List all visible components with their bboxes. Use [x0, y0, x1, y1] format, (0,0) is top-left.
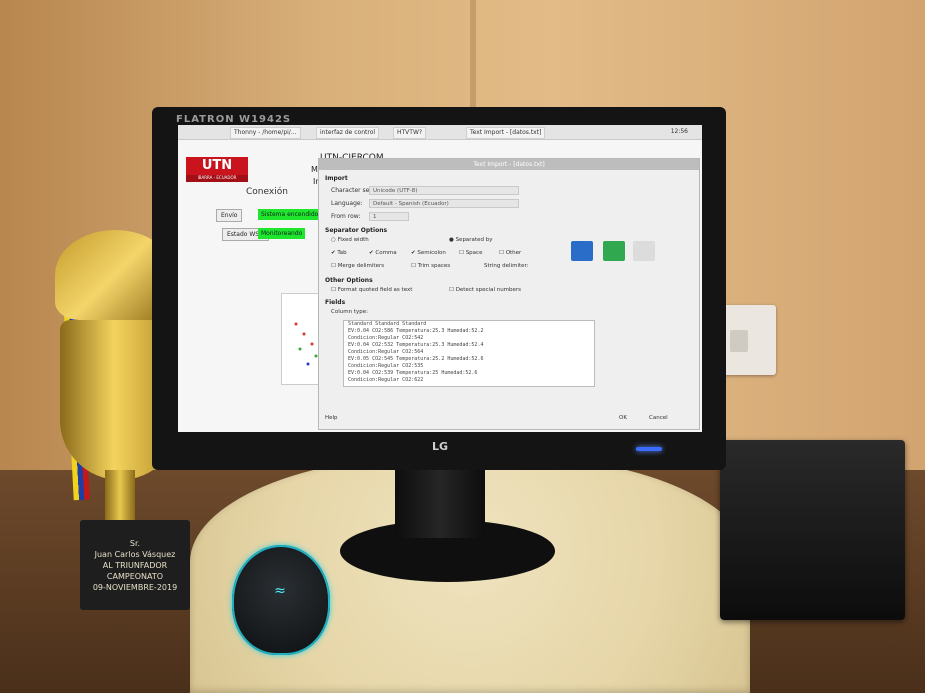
other-label: Other	[505, 250, 522, 256]
format-quoted-checkbox[interactable]: ☐ Format quoted field as text	[331, 287, 412, 293]
taskbar-clock: 12:56	[670, 128, 688, 135]
outlet-socket	[730, 330, 748, 352]
fixed-width-label: Fixed width	[337, 237, 369, 243]
fixed-width-radio[interactable]: ○ Fixed width	[331, 237, 369, 243]
preview-row: Standard Standard Standard	[348, 321, 427, 327]
merge-delimiters-label: Merge delimiters	[337, 263, 385, 269]
black-device-box	[720, 440, 905, 620]
preview-row: EV:0.05 CO2:545 Temperatura:25.2 Humedad…	[348, 356, 484, 362]
separated-by-radio[interactable]: ● Separated by	[449, 237, 492, 243]
string-delimiter-label: String delimiter:	[484, 263, 529, 269]
semicolon-label: Semicolon	[417, 250, 446, 256]
taskbar-item[interactable]: HTVTW?	[393, 127, 427, 139]
utn-logo-subtitle: IBARRA - ECUADOR	[186, 175, 248, 182]
cancel-button[interactable]: Cancel	[649, 415, 668, 421]
taskbar-item[interactable]: interfaz de control	[316, 127, 380, 139]
language-select[interactable]: Default - Spanish (Ecuador)	[369, 199, 519, 208]
status-badge: Sistema encendido	[258, 209, 322, 220]
semicolon-checkbox[interactable]: ✔ Semicolon	[411, 250, 446, 256]
drive-icon	[633, 241, 655, 261]
power-led	[636, 447, 662, 451]
preview-row: Condicion:Regular CO2:542	[348, 335, 424, 341]
monitor-stand-neck	[395, 468, 485, 538]
preview-row: EV:0.04 CO2:532 Temperatura:25.3 Humedad…	[348, 342, 484, 348]
envio-button[interactable]: Envío	[216, 209, 243, 222]
detect-special-label: Detect special numbers	[455, 287, 522, 293]
format-quoted-label: Format quoted field as text	[337, 287, 413, 293]
space-label: Space	[465, 250, 483, 256]
separator-section-title: Separator Options	[325, 227, 388, 234]
import-preview: Standard Standard Standard EV:0.04 CO2:5…	[343, 320, 595, 387]
plaque-line: 09-NOVIEMBRE-2019	[92, 583, 178, 592]
tab-label: Tab	[337, 250, 347, 256]
ok-button[interactable]: OK	[619, 415, 627, 421]
plaque-line: CAMPEONATO	[106, 572, 164, 581]
comma-label: Comma	[375, 250, 397, 256]
mouse-logo-icon: ≈	[274, 583, 286, 599]
other-checkbox[interactable]: ☐ Other	[499, 250, 521, 256]
merge-delimiters-checkbox[interactable]: ☐ Merge delimiters	[331, 263, 384, 269]
detect-special-checkbox[interactable]: ☐ Detect special numbers	[449, 287, 521, 293]
monitor-screen: Thonny - /home/pi/... interfaz de contro…	[178, 125, 702, 432]
preview-row: Condicion:Regular CO2:564	[348, 349, 424, 355]
other-options-title: Other Options	[325, 277, 373, 284]
tab-checkbox[interactable]: ✔ Tab	[331, 250, 347, 256]
dialog-title: Text Import - [datos.txt]	[319, 159, 699, 170]
trim-spaces-checkbox[interactable]: ☐ Trim spaces	[411, 263, 450, 269]
plaque-line: Sr.	[129, 539, 141, 548]
conexion-title: Conexión	[246, 187, 288, 197]
taskbar: Thonny - /home/pi/... interfaz de contro…	[178, 125, 702, 140]
preview-row: Condicion:Regular CO2:535	[348, 363, 424, 369]
language-label: Language:	[331, 200, 363, 207]
monitor-brand-lg: LG	[432, 440, 449, 453]
space-checkbox[interactable]: ☐ Space	[459, 250, 482, 256]
from-row-label: From row:	[331, 213, 361, 220]
charset-select[interactable]: Unicode (UTF-8)	[369, 186, 519, 195]
monitor-brand-top: FLATRON W1942S	[176, 114, 292, 125]
column-type-label: Column type:	[331, 309, 368, 315]
preview-row: Condicion:Regular CO2:622	[348, 377, 424, 383]
trophy-plaque: Sr. Juan Carlos Vásquez AL TRIUNFADOR CA…	[80, 520, 190, 610]
charset-label: Character set:	[331, 187, 374, 194]
taskbar-item[interactable]: Thonny - /home/pi/...	[230, 127, 301, 139]
fields-section-title: Fields	[325, 299, 346, 306]
calc-icon	[571, 241, 593, 261]
preview-row: EV:0.04 CO2:539 Temperatura:25 Humedad:5…	[348, 370, 478, 376]
preview-row: EV:0.04 CO2:586 Temperatura:25.3 Humedad…	[348, 328, 484, 334]
spreadsheet-icon	[603, 241, 625, 261]
separated-by-label: Separated by	[455, 237, 493, 243]
taskbar-item[interactable]: Text Import - [datos.txt]	[466, 127, 546, 139]
plaque-line: Juan Carlos Vásquez	[94, 550, 176, 559]
from-row-input[interactable]: 1	[369, 212, 409, 221]
status-badge: Monitoreando	[258, 228, 306, 239]
import-section-title: Import	[325, 175, 348, 182]
plaque-line: AL TRIUNFADOR	[102, 561, 168, 570]
comma-checkbox[interactable]: ✔ Comma	[369, 250, 397, 256]
text-import-dialog: Text Import - [datos.txt] Import Charact…	[318, 158, 700, 430]
trim-spaces-label: Trim spaces	[417, 263, 451, 269]
help-button[interactable]: Help	[325, 415, 338, 421]
